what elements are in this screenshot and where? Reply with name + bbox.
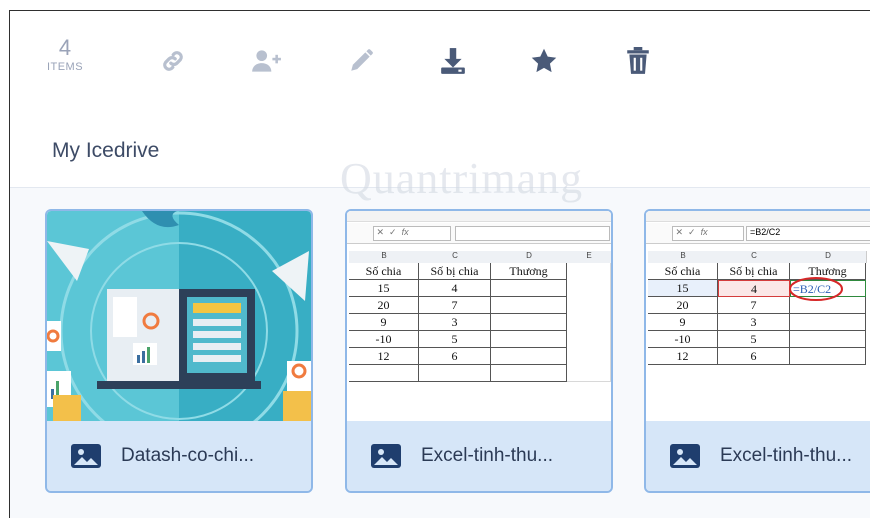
favorite-button[interactable] — [526, 43, 562, 79]
column-header: D — [790, 251, 867, 263]
item-count: 4 ITEMS — [40, 35, 90, 74]
table-cell — [491, 297, 567, 314]
spreadsheet-preview: ✕ ✓ fx B C D E Số chia Số bị chia Thương… — [347, 211, 611, 421]
star-icon — [531, 48, 557, 73]
table-cell — [491, 365, 567, 382]
table-header-cell: Số chia — [648, 263, 718, 280]
file-card-footer: Excel-tinh-thu... — [646, 421, 870, 491]
file-thumbnail — [47, 211, 311, 421]
name-box: ✕ ✓ fx — [373, 226, 451, 241]
highlight-ellipse — [789, 277, 843, 301]
table-cell — [349, 365, 419, 382]
table-cell: 9 — [648, 314, 718, 331]
table-cell: 20 — [349, 297, 419, 314]
ribbon-strip — [646, 211, 870, 222]
table-cell: 12 — [349, 348, 419, 365]
column-header: D — [491, 251, 568, 263]
formula-input: =B2/C2 — [746, 226, 870, 241]
table-header-cell: Số bị chia — [419, 263, 491, 280]
table-cell — [491, 280, 567, 297]
item-count-label: ITEMS — [46, 61, 84, 73]
formula-bar: ✕ ✓ fx =B2/C2 — [646, 223, 870, 244]
illustration-image — [47, 211, 311, 421]
table-cell — [790, 314, 866, 331]
image-file-icon — [71, 444, 101, 468]
item-count-number: 4 — [58, 35, 72, 60]
page-title: My Icedrive — [52, 139, 160, 162]
table-cell: 9 — [349, 314, 419, 331]
table-cell: 5 — [718, 331, 790, 348]
table-cell: 6 — [419, 348, 491, 365]
table-cell: 7 — [419, 297, 491, 314]
delete-button[interactable] — [620, 43, 656, 79]
ribbon-strip — [347, 211, 611, 222]
image-file-icon — [670, 444, 700, 468]
table-cell: 4 — [718, 280, 790, 297]
name-box: ✕ ✓ fx — [672, 226, 744, 241]
table-cell — [419, 365, 491, 382]
file-thumbnail: ✕ ✓ fx B C D E Số chia Số bị chia Thương… — [347, 211, 611, 421]
share-link-button[interactable] — [155, 43, 191, 79]
table-cell: 7 — [718, 297, 790, 314]
table-cell: 20 — [648, 297, 718, 314]
download-icon — [441, 48, 465, 74]
table-cell: 3 — [718, 314, 790, 331]
table-cell — [491, 331, 567, 348]
table-header-cell: Số chia — [349, 263, 419, 280]
file-name: Datash-co-chi... — [121, 445, 255, 466]
table-cell: 12 — [648, 348, 718, 365]
watermark: Quantrimang — [340, 154, 584, 203]
table-cell — [790, 348, 866, 365]
table-cell: 6 — [718, 348, 790, 365]
app-window: 4 ITEMS My Icedrive Quantrimang Datash-c… — [9, 10, 870, 518]
formula-bar: ✕ ✓ fx — [347, 223, 611, 244]
file-card[interactable]: ✕ ✓ fx =B2/C2 B C D Số chia Số bị chia T… — [644, 209, 870, 493]
table-cell — [491, 348, 567, 365]
trash-icon — [627, 47, 649, 74]
table-cell: 5 — [419, 331, 491, 348]
column-header: B — [349, 251, 420, 263]
file-card-footer: Datash-co-chi... — [47, 421, 311, 491]
link-icon — [163, 51, 183, 71]
file-name: Excel-tinh-thu... — [720, 445, 852, 466]
table-cell — [491, 314, 567, 331]
table-cell: 15 — [349, 280, 419, 297]
table-header-cell: Số bị chia — [718, 263, 790, 280]
table-cell: 15 — [648, 280, 718, 297]
spreadsheet-preview: ✕ ✓ fx =B2/C2 B C D Số chia Số bị chia T… — [646, 211, 870, 421]
table-header-cell: Thương — [491, 263, 567, 280]
column-header: E — [567, 251, 611, 263]
add-user-button[interactable] — [248, 43, 284, 79]
image-file-icon — [371, 444, 401, 468]
file-card[interactable]: ✕ ✓ fx B C D E Số chia Số bị chia Thương… — [345, 209, 613, 493]
table-cell: -10 — [648, 331, 718, 348]
table-cell — [790, 331, 866, 348]
file-thumbnail: ✕ ✓ fx =B2/C2 B C D Số chia Số bị chia T… — [646, 211, 870, 421]
formula-input — [455, 226, 610, 241]
column-header: C — [419, 251, 492, 263]
pencil-icon — [351, 49, 373, 71]
add-user-icon — [252, 50, 281, 72]
table-cell: 4 — [419, 280, 491, 297]
file-card-footer: Excel-tinh-thu... — [347, 421, 611, 491]
table-cell: -10 — [349, 331, 419, 348]
empty-column — [567, 263, 611, 382]
column-header: C — [718, 251, 791, 263]
rename-button[interactable] — [343, 43, 379, 79]
column-header: B — [648, 251, 719, 263]
table-cell: 3 — [419, 314, 491, 331]
toolbar: 4 ITEMS — [10, 11, 870, 111]
file-card[interactable]: Datash-co-chi... — [45, 209, 313, 493]
file-name: Excel-tinh-thu... — [421, 445, 553, 466]
download-button[interactable] — [435, 43, 471, 79]
